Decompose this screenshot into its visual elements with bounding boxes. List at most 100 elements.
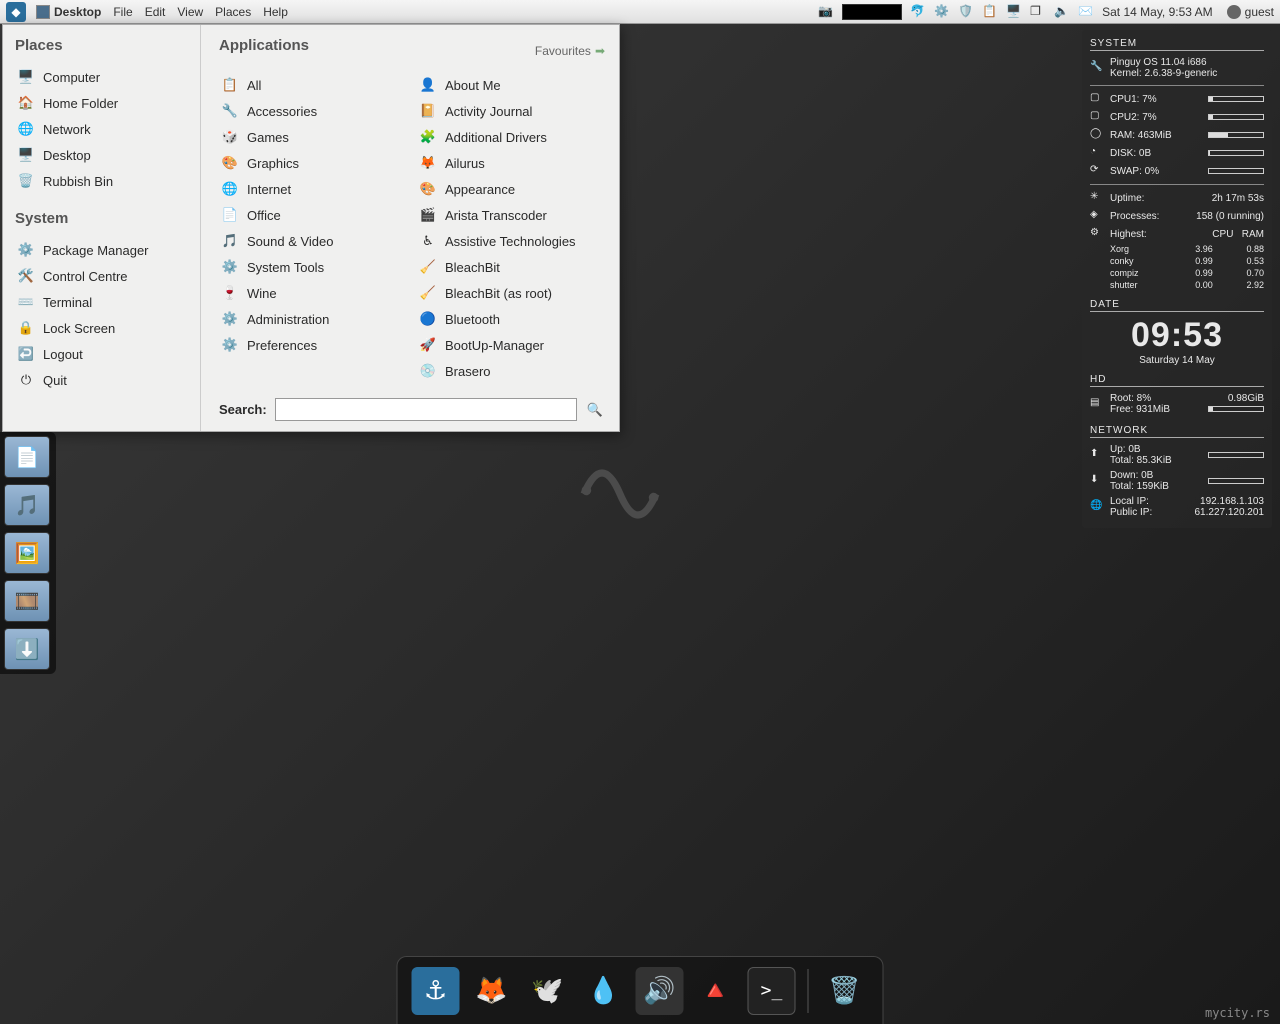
pictures-folder[interactable]: 🖼️ xyxy=(4,532,50,574)
volume-icon[interactable]: 🔈 xyxy=(1054,4,1070,20)
system-item-label: Quit xyxy=(43,373,67,388)
screenshot-icon[interactable]: 📷 xyxy=(818,4,834,20)
clipboard-icon[interactable]: 📋 xyxy=(982,4,998,20)
places-item-network[interactable]: 🌐Network xyxy=(15,116,192,142)
shield-icon[interactable]: 🛡️ xyxy=(958,4,974,20)
app-item-additional-drivers[interactable]: 🧩Additional Drivers xyxy=(417,124,605,150)
category-item-graphics[interactable]: 🎨Graphics xyxy=(219,150,407,176)
favourites-label: Favourites xyxy=(535,44,591,58)
dock-media-player[interactable]: 🔊 xyxy=(636,967,684,1015)
system-item-control-centre[interactable]: 🛠️Control Centre xyxy=(15,263,192,289)
app-item-assistive-technologies[interactable]: ♿Assistive Technologies xyxy=(417,228,605,254)
menu-file[interactable]: File xyxy=(113,5,132,19)
main-menu-icon[interactable]: ◆ xyxy=(6,2,26,22)
power-icon xyxy=(1227,5,1241,19)
app-item-icon: 📔 xyxy=(419,102,437,120)
app-item-about-me[interactable]: 👤About Me xyxy=(417,72,605,98)
cpu-icon: ▢ xyxy=(1090,92,1104,106)
music-folder[interactable]: 🎵 xyxy=(4,484,50,526)
system-item-quit[interactable]: ⏻Quit xyxy=(15,367,192,393)
dock-vlc[interactable]: 🔺 xyxy=(692,967,740,1015)
search-button[interactable]: 🔍 xyxy=(585,400,605,420)
category-item-all[interactable]: 📋All xyxy=(219,72,407,98)
category-item-icon: ⚙️ xyxy=(221,336,239,354)
category-item-preferences[interactable]: ⚙️Preferences xyxy=(219,332,407,358)
search-label: Search: xyxy=(219,402,267,417)
app-item-bootup-manager[interactable]: 🚀BootUp-Manager xyxy=(417,332,605,358)
category-item-system-tools[interactable]: ⚙️System Tools xyxy=(219,254,407,280)
app-item-label: Ailurus xyxy=(445,156,485,171)
dolphin-icon[interactable]: 🐬 xyxy=(910,4,926,20)
dock-anchor-app[interactable]: ⚓ xyxy=(412,967,460,1015)
system-item-icon: 🔒 xyxy=(17,319,35,337)
system-item-logout[interactable]: ↩️Logout xyxy=(15,341,192,367)
menu-view[interactable]: View xyxy=(177,5,203,19)
places-item-label: Home Folder xyxy=(43,96,118,111)
conky-h-ram: RAM xyxy=(1242,229,1264,240)
clock[interactable]: Sat 14 May, 9:53 AM xyxy=(1102,5,1213,19)
clock-icon: ✳ xyxy=(1090,191,1104,205)
desktop-button[interactable]: Desktop xyxy=(36,5,101,19)
dock-deluge[interactable]: 💧 xyxy=(580,967,628,1015)
app-item-icon: 🦊 xyxy=(419,154,437,172)
places-item-desktop[interactable]: 🖥️Desktop xyxy=(15,142,192,168)
system-item-label: Control Centre xyxy=(43,269,128,284)
swap-bar xyxy=(1208,168,1264,174)
places-item-home-folder[interactable]: 🏠Home Folder xyxy=(15,90,192,116)
app-item-appearance[interactable]: 🎨Appearance xyxy=(417,176,605,202)
conky-swap: SWAP: 0% xyxy=(1110,166,1159,177)
category-item-sound-video[interactable]: 🎵Sound & Video xyxy=(219,228,407,254)
app-item-brasero[interactable]: 💿Brasero xyxy=(417,358,605,384)
conky-ram: RAM: 463MiB xyxy=(1110,130,1172,141)
videos-folder[interactable]: 🎞️ xyxy=(4,580,50,622)
app-item-bleachbit-as-root-[interactable]: 🧹BleachBit (as root) xyxy=(417,280,605,306)
display-icon[interactable]: 🖥️ xyxy=(1006,4,1022,20)
system-item-terminal[interactable]: ⌨️Terminal xyxy=(15,289,192,315)
mail-icon[interactable]: ✉️ xyxy=(1078,4,1094,20)
category-item-icon: 🍷 xyxy=(221,284,239,302)
app-item-arista-transcoder[interactable]: 🎬Arista Transcoder xyxy=(417,202,605,228)
conky-root-free: Free: 931MiB xyxy=(1110,404,1170,415)
dock-thunderbird[interactable]: 🕊️ xyxy=(524,967,572,1015)
down-icon: ⬇ xyxy=(1090,474,1104,488)
downloads-folder[interactable]: ⬇️ xyxy=(4,628,50,670)
dock-terminal[interactable]: >_ xyxy=(748,967,796,1015)
favourites-link[interactable]: Favourites ➡ xyxy=(535,44,605,58)
system-item-package-manager[interactable]: ⚙️Package Manager xyxy=(15,237,192,263)
category-item-accessories[interactable]: 🔧Accessories xyxy=(219,98,407,124)
dock-firefox[interactable]: 🦊 xyxy=(468,967,516,1015)
app-item-icon: 🎬 xyxy=(419,206,437,224)
swap-icon: ⟳ xyxy=(1090,164,1104,178)
gear-icon[interactable]: ⚙️ xyxy=(934,4,950,20)
windows-icon[interactable]: ❐ xyxy=(1030,4,1046,20)
menu-help[interactable]: Help xyxy=(263,5,288,19)
system-item-icon: ⚙️ xyxy=(17,241,35,259)
sysmon-graph-icon[interactable] xyxy=(842,4,902,20)
app-item-label: Appearance xyxy=(445,182,515,197)
app-item-bluetooth[interactable]: 🔵Bluetooth xyxy=(417,306,605,332)
search-icon: 🔍 xyxy=(587,402,603,418)
menu-edit[interactable]: Edit xyxy=(145,5,166,19)
search-input[interactable] xyxy=(275,398,577,421)
places-item-rubbish-bin[interactable]: 🗑️Rubbish Bin xyxy=(15,168,192,194)
system-item-label: Logout xyxy=(43,347,83,362)
category-item-wine[interactable]: 🍷Wine xyxy=(219,280,407,306)
system-item-icon: ⌨️ xyxy=(17,293,35,311)
system-item-lock-screen[interactable]: 🔒Lock Screen xyxy=(15,315,192,341)
conky-down-t: Total: 159KiB xyxy=(1110,481,1169,492)
user-menu[interactable]: guest xyxy=(1227,5,1274,19)
app-item-bleachbit[interactable]: 🧹BleachBit xyxy=(417,254,605,280)
documents-folder[interactable]: 📄 xyxy=(4,436,50,478)
app-item-ailurus[interactable]: 🦊 Ailurus xyxy=(417,150,605,176)
process-table: Xorg3.960.88conky0.990.53compiz0.990.70s… xyxy=(1090,243,1264,291)
menu-places[interactable]: Places xyxy=(215,5,251,19)
category-item-internet[interactable]: 🌐Internet xyxy=(219,176,407,202)
places-item-computer[interactable]: 🖥️Computer xyxy=(15,64,192,90)
category-item-games[interactable]: 🎲Games xyxy=(219,124,407,150)
app-item-activity-journal[interactable]: 📔Activity Journal xyxy=(417,98,605,124)
dock-trash[interactable]: 🗑️ xyxy=(821,967,869,1015)
category-item-administration[interactable]: ⚙️Administration xyxy=(219,306,407,332)
places-item-icon: 🌐 xyxy=(17,120,35,138)
watermark: mycity.rs xyxy=(1205,1006,1270,1020)
category-item-office[interactable]: 📄Office xyxy=(219,202,407,228)
